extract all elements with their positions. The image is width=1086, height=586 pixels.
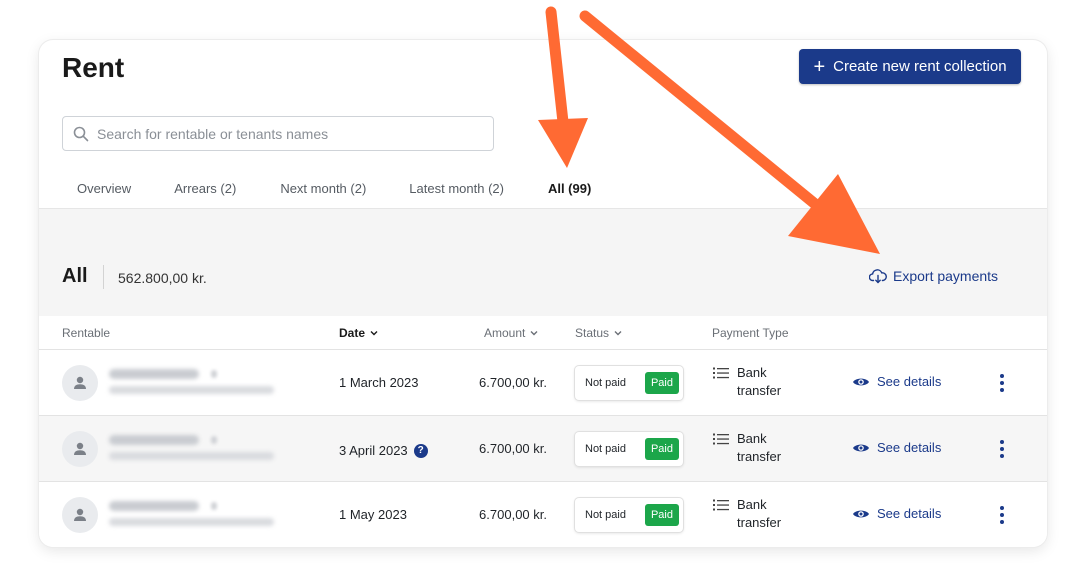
- column-amount[interactable]: Amount: [484, 326, 539, 340]
- search-box: [62, 116, 494, 151]
- table-header: Rentable Date Amount Status Payment Type: [39, 316, 1047, 350]
- payment-type-line-2: transfer: [737, 383, 782, 398]
- paid-status-toggle[interactable]: Not paid Paid: [575, 366, 683, 400]
- tenant-tag-redacted: [211, 502, 217, 510]
- table-row[interactable]: 1 May 2023 6.700,00 kr. Not paid Paid Ba…: [39, 482, 1047, 547]
- payment-type-line-1: Bank: [737, 431, 767, 446]
- paid-status-toggle[interactable]: Not paid Paid: [575, 498, 683, 532]
- not-paid-option[interactable]: Not paid: [585, 509, 626, 521]
- page-title: Rent: [62, 52, 125, 83]
- paid-status-toggle[interactable]: Not paid Paid: [575, 432, 683, 466]
- chevron-down-icon: [614, 331, 622, 336]
- summary-divider: [103, 265, 104, 289]
- export-payments-label: Export payments: [893, 268, 999, 284]
- column-date[interactable]: Date: [339, 326, 379, 340]
- column-status-label: Status: [575, 326, 610, 340]
- cloud-download-icon: [869, 269, 887, 284]
- summary-label: All: [62, 265, 88, 287]
- paid-option[interactable]: Paid: [644, 372, 679, 394]
- row-amount: 6.700,00 kr.: [479, 375, 547, 390]
- row-payment-type: Bank transfer: [713, 496, 781, 532]
- see-details-label: See details: [877, 506, 942, 521]
- row-date: 1 March 2023: [339, 375, 419, 390]
- tab-latest-month[interactable]: Latest month (2): [409, 171, 504, 209]
- tenant-name-redacted: [109, 435, 199, 445]
- payment-type-line-2: transfer: [737, 449, 782, 464]
- column-date-label: Date: [339, 326, 366, 340]
- tab-overview[interactable]: Overview: [77, 171, 131, 209]
- more-options-icon[interactable]: [997, 438, 1007, 460]
- avatar: [62, 431, 98, 467]
- chevron-down-icon: [370, 331, 378, 336]
- column-amount-label: Amount: [484, 326, 526, 340]
- more-options-icon[interactable]: [997, 372, 1007, 394]
- tab-bar: Overview Arrears (2) Next month (2) Late…: [62, 171, 607, 212]
- row-date-text: 1 March 2023: [339, 375, 419, 390]
- create-rent-collection-button[interactable]: + Create new rent collection: [799, 49, 1021, 84]
- tenant-tag-redacted: [211, 370, 217, 378]
- tenant-name-redacted: [109, 369, 199, 379]
- row-date: 1 May 2023: [339, 507, 407, 522]
- row-date-text: 1 May 2023: [339, 507, 407, 522]
- avatar: [62, 497, 98, 533]
- tenant-address-redacted: [109, 386, 274, 394]
- see-details-link[interactable]: See details: [852, 440, 941, 455]
- help-icon[interactable]: ?: [413, 443, 428, 458]
- plus-icon: +: [813, 55, 826, 78]
- person-icon: [74, 508, 86, 521]
- list-icon: [713, 367, 729, 379]
- row-date-text: 3 April 2023: [339, 443, 408, 458]
- not-paid-option[interactable]: Not paid: [585, 377, 626, 389]
- tenant-name-redacted: [109, 501, 199, 511]
- avatar: [62, 365, 98, 401]
- row-payment-type: Bank transfer: [713, 430, 781, 466]
- row-date: 3 April 2023 ?: [339, 443, 428, 458]
- row-payment-type: Bank transfer: [713, 364, 781, 400]
- paid-option[interactable]: Paid: [644, 438, 679, 460]
- search-icon: [73, 126, 89, 141]
- export-payments-button[interactable]: Export payments: [869, 268, 998, 284]
- create-button-label: Create new rent collection: [833, 58, 1007, 75]
- list-icon: [713, 433, 729, 445]
- paid-option[interactable]: Paid: [644, 504, 679, 526]
- person-icon: [74, 376, 86, 389]
- summary-bar: All 562.800,00 kr. Export payments: [39, 208, 1047, 316]
- tab-all[interactable]: All (99): [533, 171, 607, 212]
- summary-total: 562.800,00 kr.: [118, 270, 207, 286]
- see-details-link[interactable]: See details: [852, 506, 941, 521]
- eye-icon: [853, 510, 869, 517]
- row-amount: 6.700,00 kr.: [479, 441, 547, 456]
- tab-arrears[interactable]: Arrears (2): [174, 171, 236, 209]
- table-row[interactable]: 3 April 2023 ? 6.700,00 kr. Not paid Pai…: [39, 416, 1047, 482]
- tenant-address-redacted: [109, 452, 274, 460]
- eye-icon: [853, 444, 869, 451]
- rent-card: Rent + Create new rent collection Overvi…: [39, 40, 1047, 547]
- tab-next-month[interactable]: Next month (2): [280, 171, 366, 209]
- tenant-address-redacted: [109, 518, 274, 526]
- table-row[interactable]: 1 March 2023 6.700,00 kr. Not paid Paid …: [39, 350, 1047, 416]
- column-payment-type: Payment Type: [712, 326, 789, 340]
- not-paid-option[interactable]: Not paid: [585, 443, 626, 455]
- see-details-label: See details: [877, 440, 942, 455]
- tenant-tag-redacted: [211, 436, 217, 444]
- see-details-label: See details: [877, 374, 942, 389]
- payment-type-line-2: transfer: [737, 515, 782, 530]
- person-icon: [74, 442, 86, 455]
- column-rentable: Rentable: [62, 326, 111, 340]
- chevron-down-icon: [530, 331, 538, 336]
- see-details-link[interactable]: See details: [852, 374, 941, 389]
- eye-icon: [853, 378, 869, 385]
- more-options-icon[interactable]: [997, 504, 1007, 526]
- search-input[interactable]: [97, 125, 477, 142]
- payment-type-line-1: Bank: [737, 365, 767, 380]
- payment-type-line-1: Bank: [737, 497, 767, 512]
- column-status[interactable]: Status: [575, 326, 623, 340]
- row-amount: 6.700,00 kr.: [479, 507, 547, 522]
- list-icon: [713, 499, 729, 511]
